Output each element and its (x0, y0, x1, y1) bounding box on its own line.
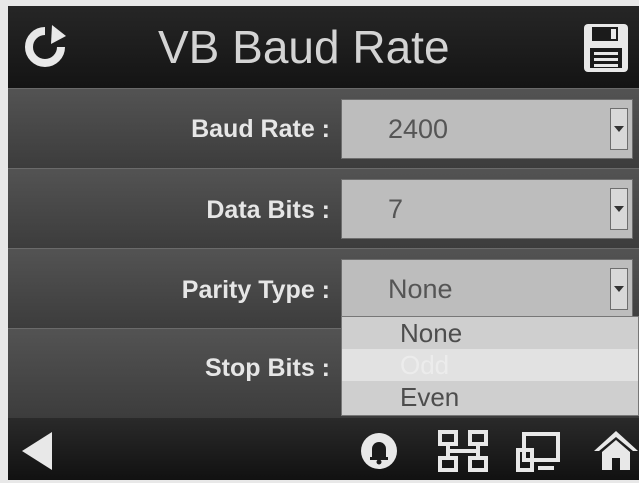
save-icon[interactable] (582, 22, 630, 74)
chevron-down-icon[interactable] (610, 108, 628, 150)
chevron-down-icon[interactable] (610, 268, 628, 310)
title-bar: VB Baud Rate (8, 6, 639, 88)
alarm-bell-icon[interactable] (360, 432, 398, 470)
home-icon[interactable] (594, 428, 638, 472)
parity-option-none[interactable]: None (342, 317, 638, 349)
page-title: VB Baud Rate (158, 21, 450, 73)
parity-options-list: None Odd Even (341, 316, 639, 416)
baud-rate-row: Baud Rate : 2400 (8, 88, 639, 169)
data-bits-value: 7 (388, 194, 404, 224)
stop-bits-label: Stop Bits : (205, 354, 330, 382)
data-bits-dropdown[interactable]: 7 (341, 179, 633, 239)
refresh-icon[interactable] (22, 24, 68, 70)
bottom-nav-bar (8, 418, 639, 480)
chevron-down-icon[interactable] (610, 188, 628, 230)
data-bits-label: Data Bits : (206, 196, 330, 224)
network-icon[interactable] (438, 430, 488, 472)
back-arrow-icon[interactable] (20, 430, 54, 472)
parity-type-dropdown[interactable]: None (341, 259, 633, 319)
data-bits-row: Data Bits : 7 (8, 168, 639, 249)
baud-rate-label: Baud Rate : (191, 115, 330, 143)
baud-rate-dropdown[interactable]: 2400 (341, 99, 633, 159)
baud-rate-value: 2400 (388, 114, 449, 144)
display-icon[interactable] (516, 432, 562, 472)
device-screen: VB Baud Rate Baud Rate : 2400 Data Bits … (8, 6, 639, 480)
parity-type-label: Parity Type : (181, 276, 330, 304)
parity-type-value: None (388, 274, 453, 304)
parity-option-odd[interactable]: Odd (342, 349, 638, 381)
parity-option-even[interactable]: Even (342, 381, 638, 413)
